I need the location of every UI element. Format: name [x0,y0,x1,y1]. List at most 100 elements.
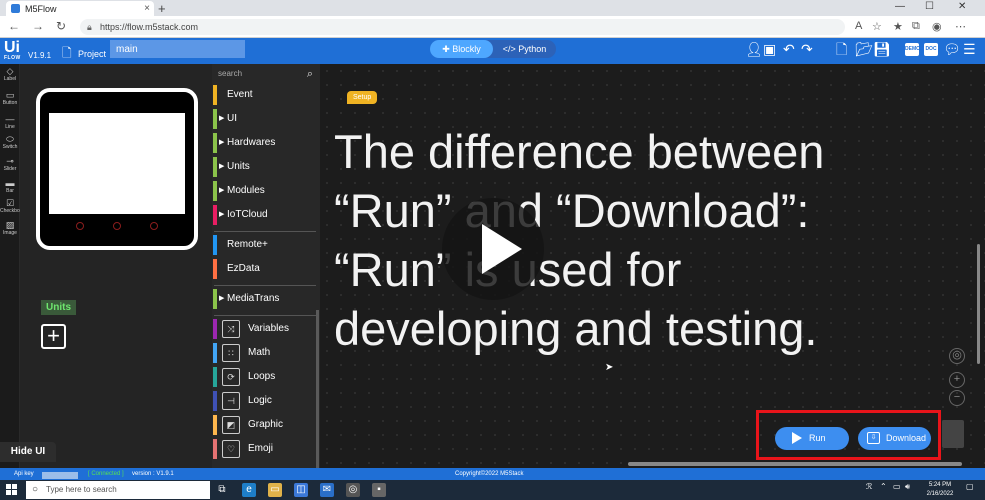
app-version: V1.9.1 [28,51,52,60]
category-event[interactable]: Event [212,83,317,107]
status-bar: Api key [ Connected ] version : V1.9.1 C… [0,468,985,480]
undo-icon[interactable]: ↶ [783,42,795,56]
favorite-star-icon[interactable]: ☆ [872,20,882,33]
device-connect-icon[interactable]: ▣ [763,42,776,56]
workspace-vertical-scrollbar[interactable] [977,244,980,364]
chrome-icon[interactable]: ◎ [346,483,360,497]
url-text: https://flow.m5stack.com [100,22,199,32]
chat-icon[interactable]: 💬︎ [943,42,961,56]
category-logic[interactable]: ⊣ Logic [212,389,317,413]
tab-python[interactable]: </> Python [493,40,556,58]
hide-ui-button[interactable]: Hide UI [0,442,56,462]
forward-arrow-icon[interactable]: → [32,19,44,33]
trash-icon[interactable] [942,420,964,448]
tab-close-icon[interactable]: × [144,3,150,14]
zoom-in-icon[interactable]: + [949,372,965,388]
file-explorer-icon[interactable]: ▭ [268,483,282,497]
category-remote-plus[interactable]: Remote+ [212,233,317,257]
category-iotcloud[interactable]: ▶ IoTCloud [212,203,317,227]
rail-item-label[interactable]: ◇ Label [0,66,20,82]
rail-item-bar[interactable]: ▬ Bar [0,178,20,194]
tab-blockly[interactable]: ✚ Blockly [430,40,493,58]
zoom-out-icon[interactable]: − [949,390,965,406]
settings-more-icon[interactable]: ⋯ [955,20,966,33]
video-play-button[interactable] [442,198,544,300]
menu-icon[interactable]: ☰ [963,42,976,56]
project-file-icon[interactable]: 🗋︎ [62,44,72,65]
categories-scrollbar[interactable] [316,310,319,468]
taskbar-search-input[interactable]: ○ Type here to search [26,481,210,499]
demo-icon[interactable]: DEMO [905,43,920,56]
read-aloud-icon[interactable]: A [855,20,862,32]
category-modules[interactable]: ▶ Modules [212,179,317,203]
save-icon[interactable]: 💾︎ [873,42,891,56]
category-color-bar [213,181,217,201]
search-icon[interactable]: ⌕ [307,66,313,82]
units-label: Units [41,300,76,315]
back-arrow-icon[interactable]: ← [8,19,20,33]
open-folder-icon[interactable]: 📂︎ [855,42,873,56]
project-name-input[interactable] [110,40,245,58]
category-units[interactable]: ▶ Units [212,155,317,179]
rail-item-image[interactable]: ▨ Image [0,220,20,236]
browser-tab[interactable]: M5Flow × [6,1,154,16]
blockly-workspace[interactable]: Setup The difference between “Run” and “… [320,64,985,468]
rail-item-slider[interactable]: ⊸ Slider [0,156,20,172]
recenter-icon[interactable]: ◎ [949,348,965,364]
category-variables[interactable]: ⤨ Variables [212,317,317,341]
notifications-icon[interactable]: ▢ [966,482,974,491]
category-color-bar [213,289,217,309]
logo-main: Ui [4,39,20,56]
minimize-window-button[interactable]: — [895,1,905,12]
new-file-icon[interactable]: 🗋︎ [836,42,847,56]
category-graphic[interactable]: ◩ Graphic [212,413,317,437]
volume-icon[interactable]: 🔊︎ [905,482,910,492]
profile-icon[interactable]: ◉ [932,20,942,33]
workspace-horizontal-scrollbar[interactable] [628,462,962,466]
rail-item-checkbox[interactable]: ☑ Checkbox [0,198,22,214]
highlight-frame [756,410,941,460]
maximize-window-button[interactable]: ☐ [925,1,934,12]
rail-item-switch[interactable]: ⬭ Switch [0,134,20,150]
line-icon: — [5,114,15,124]
category-emoji[interactable]: ♡ Emoji [212,437,317,461]
category-ui[interactable]: ▶ UI [212,107,317,131]
category-search-input[interactable]: search ⌕ [216,66,316,82]
caption-line-3: “Run” is used for [334,243,682,296]
setup-block[interactable]: Setup [347,91,378,104]
favorites-list-icon[interactable]: ★ [893,20,903,33]
category-loops[interactable]: ⟳ Loops [212,365,317,389]
tray-chevron-icon[interactable]: ⌃ [880,482,887,491]
category-divider [214,231,316,232]
task-view-icon[interactable]: ⧉ [215,483,229,497]
browser-address-bar: ← → ↻ 🔒︎ https://flow.m5stack.com A ☆ ★ … [0,16,985,38]
switch-icon: ⬭ [6,134,14,144]
doc-icon[interactable]: DOC [924,43,938,56]
rail-item-button[interactable]: ▭ Button [0,90,20,106]
rail-item-line[interactable]: — Line [0,114,20,130]
category-hardwares[interactable]: ▶ Hardwares [212,131,317,155]
network-icon[interactable]: ▭ [893,482,901,491]
tab-title: M5Flow [25,3,57,14]
edge-browser-icon[interactable]: e [242,483,256,497]
app-icon[interactable]: ▪ [372,483,386,497]
user-icon[interactable]: 👤︎ [745,42,763,56]
category-ezdata[interactable]: EzData [212,257,317,281]
url-field[interactable]: 🔒︎ https://flow.m5stack.com [80,19,845,35]
add-unit-button[interactable]: + [41,324,66,349]
people-icon[interactable]: ℛ [866,482,872,491]
category-math[interactable]: ∷ Math [212,341,317,365]
play-icon [482,224,522,274]
category-search-placeholder: search [218,69,243,78]
redo-icon[interactable]: ↷ [801,42,813,56]
mail-icon[interactable]: ✉ [320,483,334,497]
taskbar-clock[interactable]: 5:24 PM 2/16/2022 [920,481,960,499]
new-tab-button[interactable]: + [158,1,166,16]
reload-icon[interactable]: ↻ [56,19,66,33]
store-icon[interactable]: ◫ [294,483,308,497]
category-mediatrans[interactable]: ▶ MediaTrans [212,287,317,311]
device-screen[interactable] [49,113,185,214]
close-window-button[interactable]: ✕ [958,1,966,12]
collections-icon[interactable]: ⧉ [912,20,920,33]
windows-start-icon[interactable] [6,484,18,496]
